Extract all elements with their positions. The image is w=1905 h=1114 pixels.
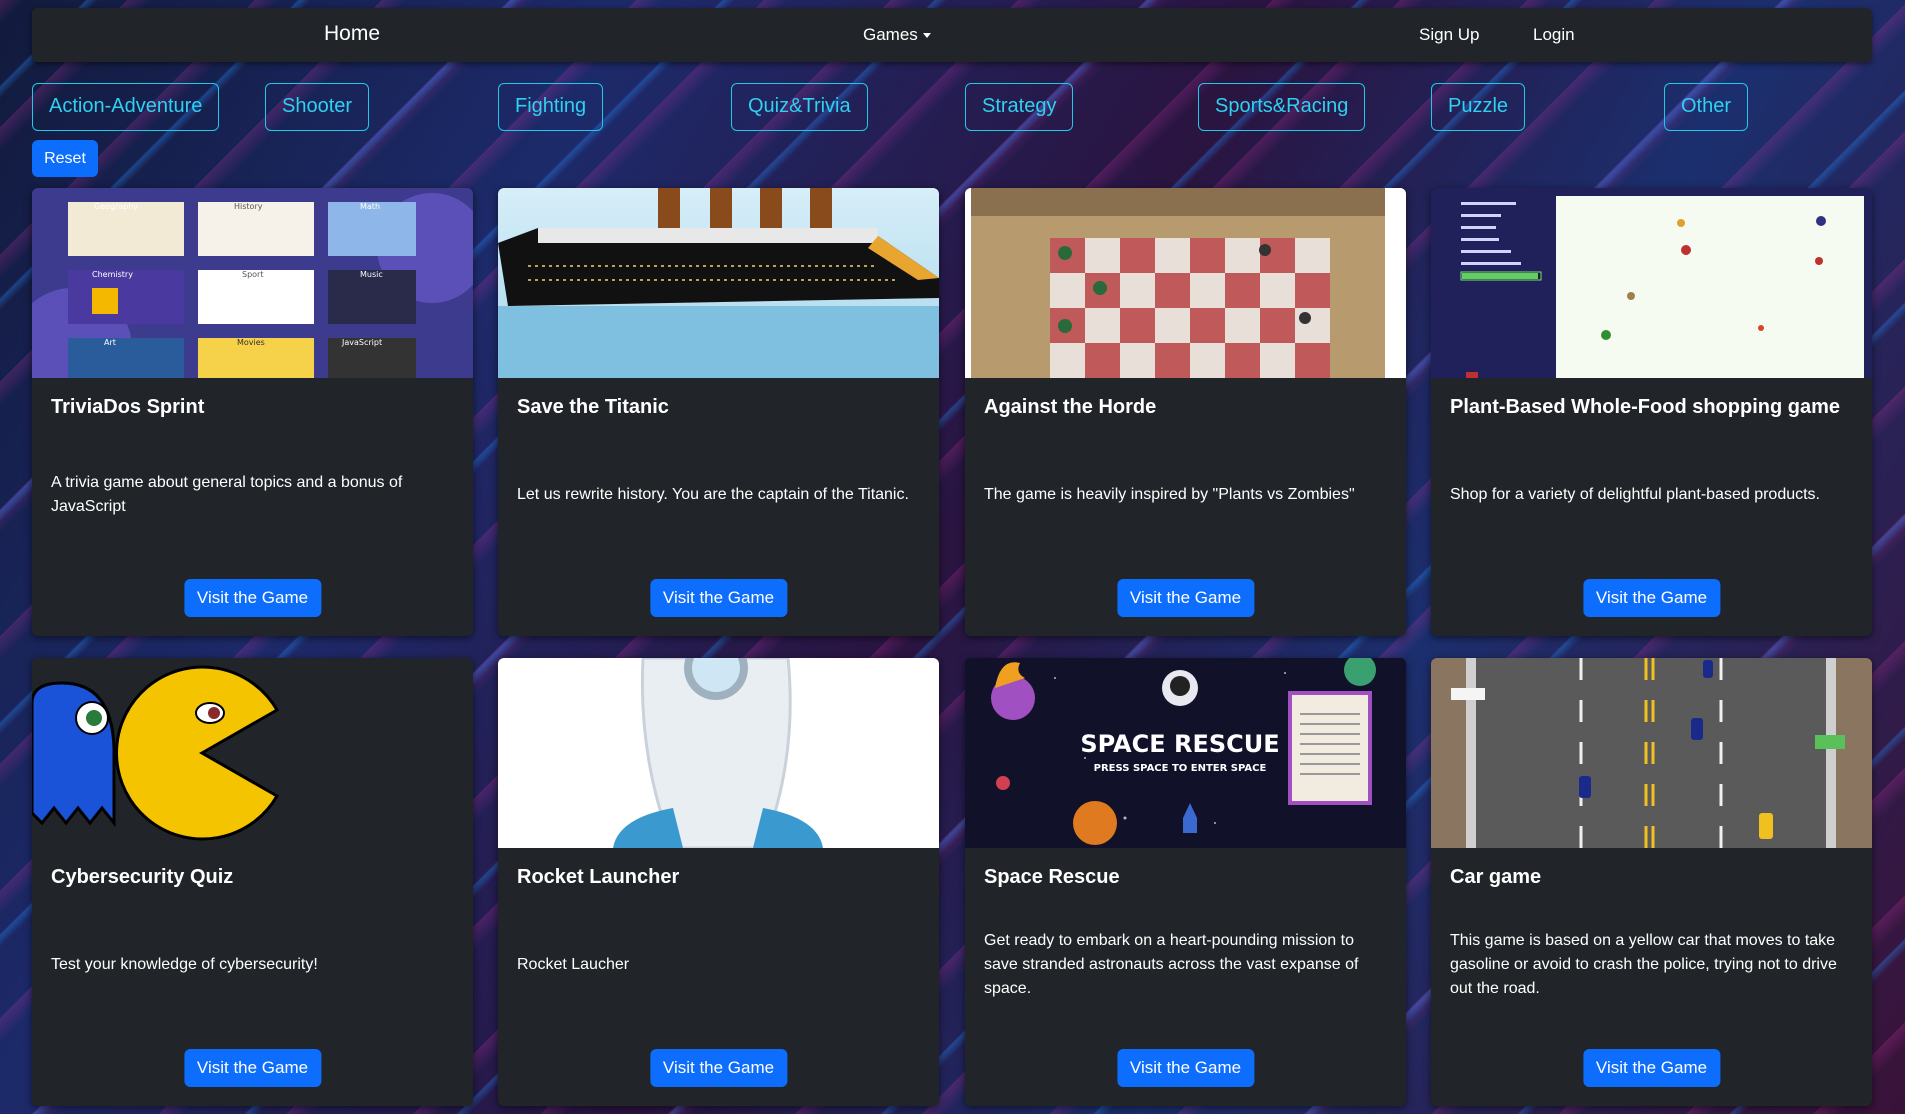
navbar: Home Games Sign Up Login xyxy=(32,8,1872,62)
card-description: Test your knowledge of cybersecurity! xyxy=(51,956,318,973)
card-description: Get ready to embark on a heart-pounding … xyxy=(984,932,1359,997)
card-title: TriviaDos Sprint xyxy=(51,396,205,418)
visit-game-button[interactable]: Visit the Game xyxy=(183,579,322,617)
visit-game-button[interactable]: Visit the Game xyxy=(1116,1049,1255,1087)
game-thumbnail[interactable] xyxy=(965,188,1406,378)
filter-strategy[interactable]: Strategy xyxy=(965,83,1074,131)
filter-shooter[interactable]: Shooter xyxy=(265,83,370,131)
card-title: Save the Titanic xyxy=(517,396,669,418)
thumb-title: SPACE RESCUE xyxy=(1080,730,1279,758)
visit-game-button[interactable]: Visit the Game xyxy=(1582,579,1721,617)
card-description: Let us rewrite history. You are the capt… xyxy=(517,486,909,503)
filter-puzzle[interactable]: Puzzle xyxy=(1431,83,1526,131)
thumb-label: Art xyxy=(104,338,116,347)
filter-sports-racing[interactable]: Sports&Racing xyxy=(1198,83,1366,131)
thumb-subtitle: PRESS SPACE TO ENTER SPACE xyxy=(1094,763,1267,774)
card-description: Shop for a variety of delightful plant-b… xyxy=(1450,486,1820,503)
thumb-label: History xyxy=(234,202,263,211)
visit-game-button[interactable]: Visit the Game xyxy=(1582,1049,1721,1087)
card-description: A trivia game about general topics and a… xyxy=(51,474,403,515)
filter-other[interactable]: Other xyxy=(1664,83,1749,131)
game-thumbnail[interactable] xyxy=(1431,188,1872,378)
game-thumbnail[interactable] xyxy=(32,658,473,848)
nav-games-dropdown[interactable]: Games xyxy=(863,25,931,45)
game-thumbnail[interactable] xyxy=(498,188,939,378)
thumb-label: Sport xyxy=(242,270,263,279)
card-title: Rocket Launcher xyxy=(517,866,680,888)
card-title: Car game xyxy=(1450,866,1542,888)
card-title: Space Rescue xyxy=(984,866,1120,888)
visit-game-button[interactable]: Visit the Game xyxy=(649,1049,788,1087)
thumb-label: Movies xyxy=(237,338,265,347)
game-thumbnail[interactable] xyxy=(1431,658,1872,848)
filter-quiz-trivia[interactable]: Quiz&Trivia xyxy=(731,83,868,131)
game-thumbnail[interactable]: Geography History Math Chemistry Sport M… xyxy=(32,188,473,378)
game-card-horde: Against the Horde The game is heavily in… xyxy=(965,188,1406,636)
nav-games-label: Games xyxy=(863,25,918,44)
visit-game-button[interactable]: Visit the Game xyxy=(649,579,788,617)
card-description: Rocket Laucher xyxy=(517,956,630,973)
thumb-label: Geography xyxy=(94,202,138,211)
game-card-car: Car game This game is based on a yellow … xyxy=(1431,658,1872,1106)
game-card-cybersecurity: Cybersecurity Quiz Test your knowledge o… xyxy=(32,658,473,1106)
game-thumbnail[interactable] xyxy=(498,658,939,848)
card-description: The game is heavily inspired by "Plants … xyxy=(984,486,1355,503)
chevron-down-icon xyxy=(922,33,931,39)
game-card-rocket: Rocket Launcher Rocket Laucher Visit the… xyxy=(498,658,939,1106)
visit-game-button[interactable]: Visit the Game xyxy=(183,1049,322,1087)
card-title: Against the Horde xyxy=(984,396,1157,418)
game-card-plant-shopping: Plant-Based Whole-Food shopping game Sho… xyxy=(1431,188,1872,636)
game-thumbnail[interactable]: SPACE RESCUE PRESS SPACE TO ENTER SPACE xyxy=(965,658,1406,848)
game-card-triviados: Geography History Math Chemistry Sport M… xyxy=(32,188,473,636)
nav-login-link[interactable]: Login xyxy=(1533,25,1575,45)
thumb-label: Math xyxy=(360,202,380,211)
thumb-label: JavaScript xyxy=(341,338,382,347)
category-filters: Action-Adventure Shooter Fighting Quiz&T… xyxy=(0,83,1905,131)
game-card-titanic: Save the Titanic Let us rewrite history.… xyxy=(498,188,939,636)
card-description: This game is based on a yellow car that … xyxy=(1450,932,1837,997)
thumb-label: Chemistry xyxy=(92,270,133,279)
filter-action-adventure[interactable]: Action-Adventure xyxy=(32,83,220,131)
thumb-label: Music xyxy=(360,270,383,279)
visit-game-button[interactable]: Visit the Game xyxy=(1116,579,1255,617)
card-title: Cybersecurity Quiz xyxy=(51,866,234,888)
filter-fighting[interactable]: Fighting xyxy=(498,83,604,131)
nav-signup-link[interactable]: Sign Up xyxy=(1419,25,1479,45)
game-card-space-rescue: SPACE RESCUE PRESS SPACE TO ENTER SPACE … xyxy=(965,658,1406,1106)
nav-home-link[interactable]: Home xyxy=(324,22,380,46)
card-title: Plant-Based Whole-Food shopping game xyxy=(1450,396,1840,418)
reset-button[interactable]: Reset xyxy=(32,140,98,177)
